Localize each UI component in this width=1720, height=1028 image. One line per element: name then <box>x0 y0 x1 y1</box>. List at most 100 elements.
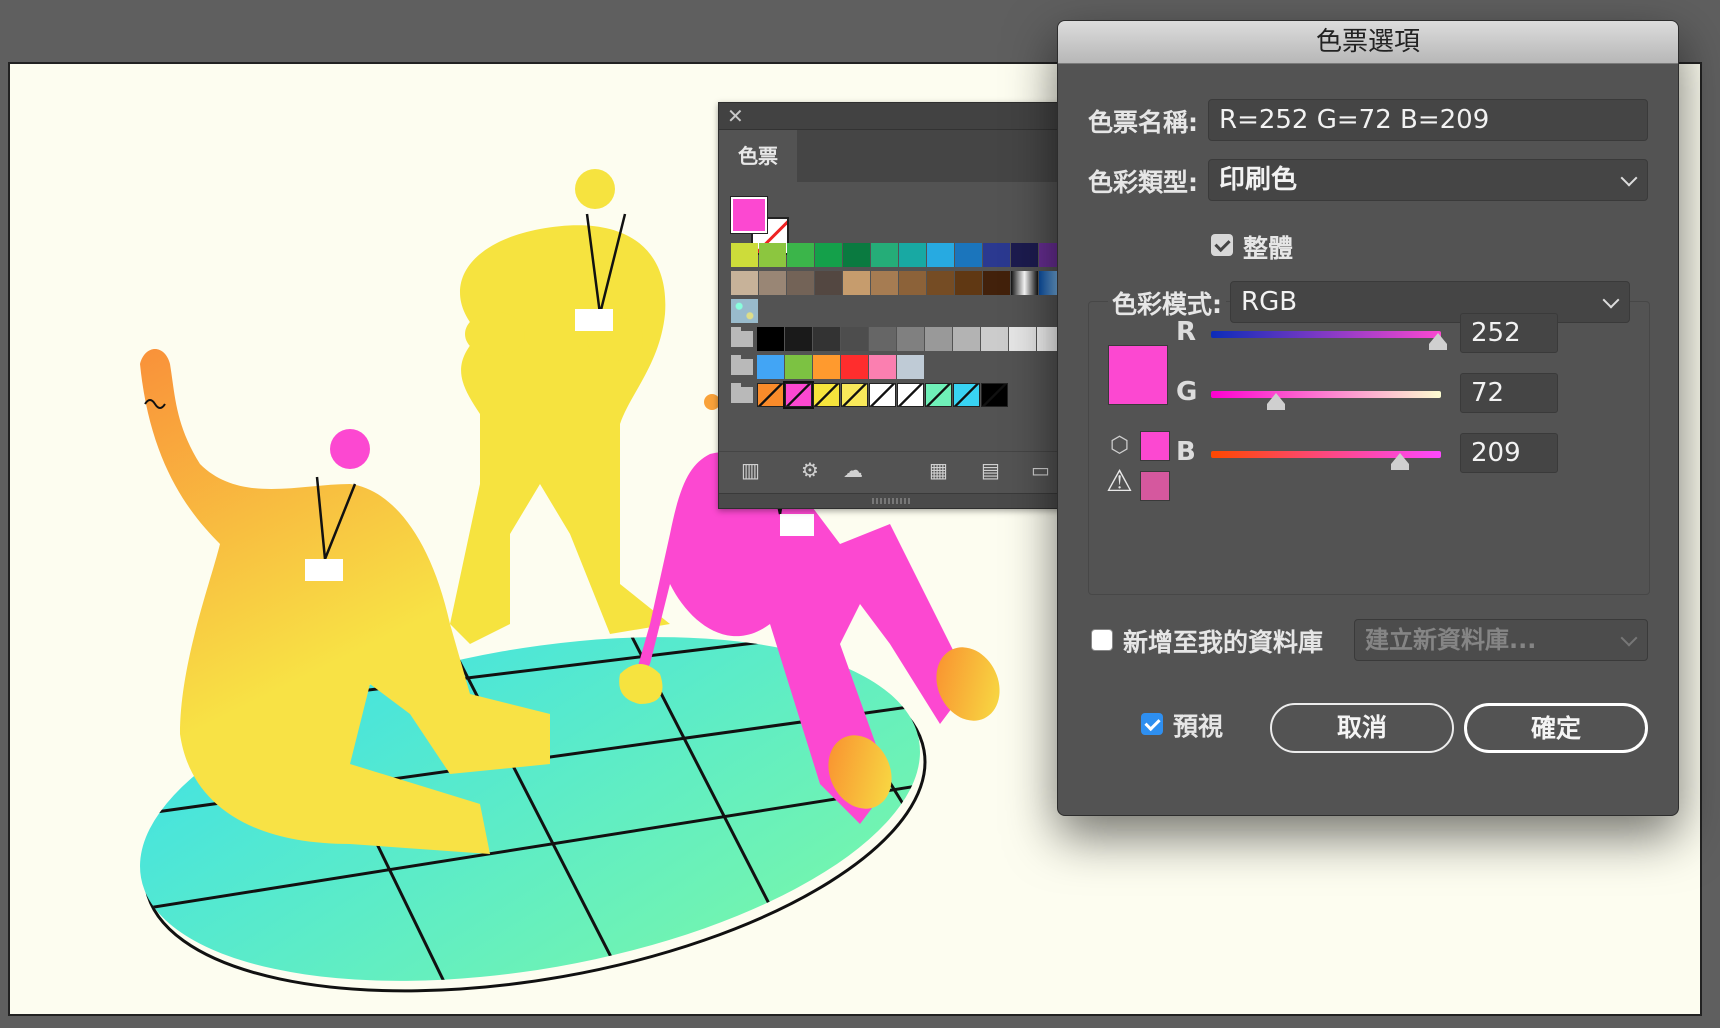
color-swatch[interactable] <box>841 355 868 379</box>
slider-label-b: B <box>1176 437 1196 467</box>
color-swatch[interactable] <box>981 327 1008 351</box>
fill-swatch[interactable] <box>730 196 768 234</box>
slider-track-r[interactable] <box>1211 331 1441 338</box>
color-swatch[interactable] <box>953 383 980 407</box>
color-swatch[interactable] <box>983 271 1010 295</box>
color-swatch[interactable] <box>1009 327 1036 351</box>
dialog-title: 色票選項 <box>1058 21 1678 64</box>
color-swatch[interactable] <box>783 381 814 409</box>
color-swatch[interactable] <box>925 383 952 407</box>
color-type-value: 印刷色 <box>1219 165 1298 195</box>
color-swatch[interactable] <box>981 383 1008 407</box>
color-swatch[interactable] <box>813 383 840 407</box>
color-swatch[interactable] <box>757 383 784 407</box>
value-field-r[interactable]: 252 <box>1460 313 1558 353</box>
swatch-row <box>731 381 1009 409</box>
color-swatch[interactable] <box>925 327 952 351</box>
color-swatch[interactable] <box>871 271 898 295</box>
tab-swatches[interactable]: 色票 <box>719 130 797 182</box>
swatch-row <box>731 299 759 323</box>
color-swatch[interactable] <box>953 327 980 351</box>
global-checkbox[interactable] <box>1211 234 1233 256</box>
library-select[interactable]: 建立新資料庫... <box>1354 619 1648 661</box>
slider-label-g: G <box>1176 377 1198 407</box>
color-swatch[interactable] <box>731 243 758 267</box>
close-icon[interactable]: ✕ <box>727 104 744 128</box>
color-mode-label: 色彩模式: <box>1108 285 1226 321</box>
swatch-name-field[interactable]: R=252 G=72 B=209 <box>1208 99 1648 141</box>
cloud-sync-icon[interactable]: ☁ <box>843 458 863 482</box>
color-swatch[interactable] <box>815 243 842 267</box>
panel-resize-grip[interactable] <box>719 493 1064 508</box>
web-safe-cube-icon[interactable]: ⬡ <box>1110 433 1129 458</box>
color-swatch[interactable] <box>955 271 982 295</box>
slider-thumb-b[interactable] <box>1390 453 1409 470</box>
preview-checkbox[interactable] <box>1141 713 1163 735</box>
color-swatch[interactable] <box>869 355 896 379</box>
color-swatch[interactable] <box>843 243 870 267</box>
show-kinds-icon[interactable]: ⚙ <box>801 458 819 482</box>
color-mode-select[interactable]: RGB <box>1230 281 1630 323</box>
color-swatch[interactable] <box>897 383 924 407</box>
color-swatch[interactable] <box>869 327 896 351</box>
color-swatch[interactable] <box>731 299 758 323</box>
library-placeholder: 建立新資料庫... <box>1365 626 1537 654</box>
color-swatch[interactable] <box>871 243 898 267</box>
color-type-label: 色彩類型: <box>1088 168 1198 197</box>
color-swatch[interactable] <box>897 355 924 379</box>
color-swatch[interactable] <box>1011 243 1038 267</box>
color-swatch[interactable] <box>787 243 814 267</box>
color-swatch[interactable] <box>899 243 926 267</box>
slider-thumb-g[interactable] <box>1266 393 1285 410</box>
swatch-row <box>731 243 1064 267</box>
color-swatch[interactable] <box>899 271 926 295</box>
ok-button[interactable]: 確定 <box>1464 703 1648 753</box>
swatch-library-icon[interactable]: ▥ <box>741 458 760 482</box>
grid-view-icon[interactable]: ▦ <box>929 458 948 482</box>
value-field-g[interactable]: 72 <box>1460 373 1558 413</box>
chevron-down-icon <box>1620 629 1638 647</box>
value-field-b[interactable]: 209 <box>1460 433 1558 473</box>
figure-yellow-standing <box>450 169 670 645</box>
slider-track-g[interactable] <box>1211 391 1441 398</box>
color-swatch[interactable] <box>841 383 868 407</box>
slider-thumb-r[interactable] <box>1429 333 1448 350</box>
new-group-icon[interactable]: ▭ <box>1031 458 1050 482</box>
add-to-library-checkbox[interactable] <box>1091 629 1113 651</box>
web-safe-color-swatch[interactable] <box>1140 431 1170 461</box>
color-swatch[interactable] <box>843 271 870 295</box>
color-swatch[interactable] <box>815 271 842 295</box>
slider-label-r: R <box>1176 317 1197 347</box>
color-swatch[interactable] <box>759 243 786 267</box>
color-swatch[interactable] <box>757 355 784 379</box>
color-swatch[interactable] <box>757 327 784 351</box>
color-swatch[interactable] <box>897 327 924 351</box>
color-mode-value: RGB <box>1241 287 1298 317</box>
color-swatch[interactable] <box>1011 271 1038 295</box>
color-type-select[interactable]: 印刷色 <box>1208 159 1648 201</box>
color-swatch[interactable] <box>869 383 896 407</box>
folder-icon[interactable] <box>731 327 753 347</box>
color-swatch[interactable] <box>759 271 786 295</box>
color-swatch[interactable] <box>841 327 868 351</box>
color-swatch[interactable] <box>813 355 840 379</box>
swatch-toolbar: ▥ ⚙ ☁ ▦ ▤ ▭ <box>719 451 1064 488</box>
cancel-button[interactable]: 取消 <box>1270 703 1454 753</box>
panel-titlebar[interactable]: ✕ <box>719 103 1064 130</box>
out-of-gamut-swatch[interactable] <box>1140 471 1170 501</box>
swatch-row <box>731 271 1064 295</box>
swatch-options-icon[interactable]: ▤ <box>981 458 1000 482</box>
folder-icon[interactable] <box>731 355 753 375</box>
global-label: 整體 <box>1243 234 1294 263</box>
color-swatch[interactable] <box>785 327 812 351</box>
color-swatch[interactable] <box>955 243 982 267</box>
color-swatch[interactable] <box>927 271 954 295</box>
folder-icon[interactable] <box>731 383 753 403</box>
color-swatch[interactable] <box>813 327 840 351</box>
color-swatch[interactable] <box>787 271 814 295</box>
color-swatch[interactable] <box>785 355 812 379</box>
color-swatch[interactable] <box>983 243 1010 267</box>
color-swatch[interactable] <box>731 271 758 295</box>
warning-icon[interactable]: ⚠ <box>1106 467 1133 497</box>
color-swatch[interactable] <box>927 243 954 267</box>
